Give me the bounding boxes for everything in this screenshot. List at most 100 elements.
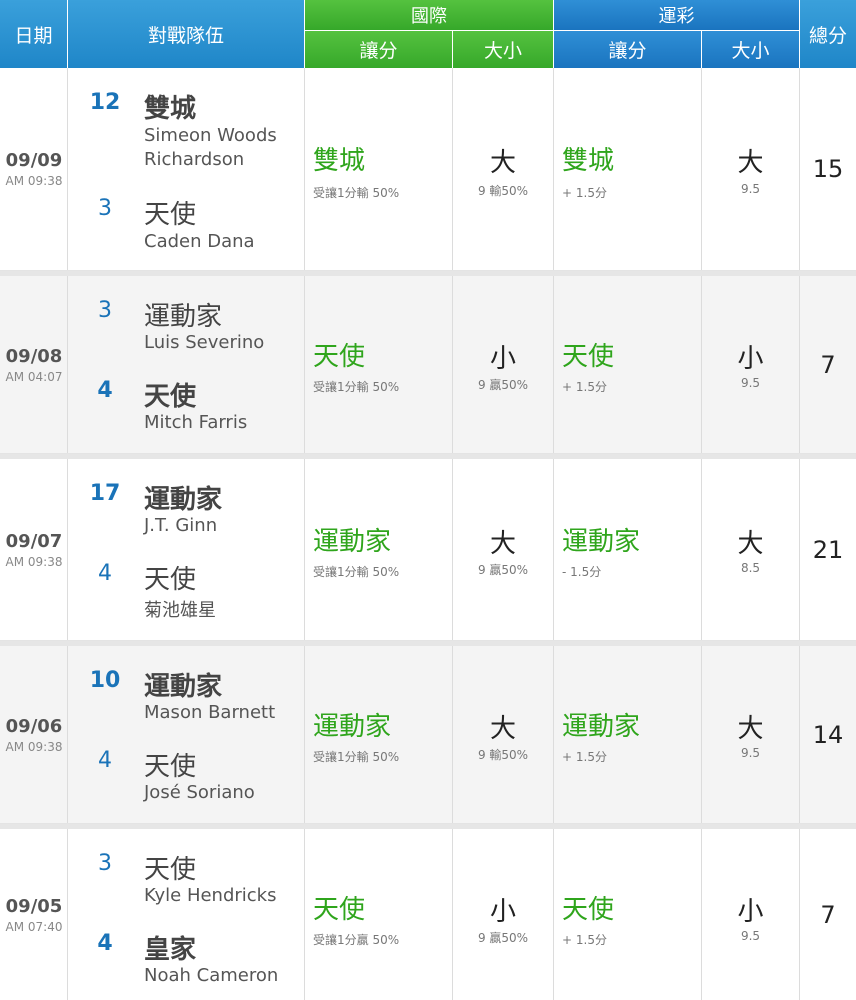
- intl-ou-pick: 大: [489, 529, 516, 559]
- intl-handicap-pick: 運動家: [313, 527, 392, 557]
- sport-ou-pick: 大: [737, 529, 764, 559]
- intl-ou-pick: 大: [489, 148, 516, 178]
- intl-handicap-note: 受讓1分贏 50%: [313, 933, 400, 947]
- away-score: 3: [98, 851, 112, 876]
- away-pitcher: Kyle Hendricks: [144, 885, 277, 906]
- home-score: 4: [98, 561, 112, 586]
- sport-handicap-pick: 天使: [562, 895, 615, 925]
- intl-handicap-cell: 運動家 受讓1分輸 50%: [305, 459, 453, 640]
- header-intl-over-under[interactable]: 大小: [453, 31, 553, 68]
- away-score: 10: [89, 668, 121, 693]
- header-intl-group: 國際: [305, 0, 553, 30]
- header-sport-lottery-group: 運彩: [554, 0, 799, 30]
- sport-ou-cell: 小 9.5: [702, 276, 800, 453]
- game-time: AM 09:38: [5, 174, 63, 188]
- game-time: AM 04:07: [5, 369, 63, 384]
- sport-handicap-pick: 雙城: [562, 146, 615, 176]
- home-pitcher: Noah Cameron: [144, 965, 279, 986]
- game-date: 09/07: [5, 530, 63, 552]
- sport-handicap-pick: 運動家: [562, 527, 641, 557]
- home-score: 4: [98, 748, 112, 773]
- table-row[interactable]: 09/07 AM 09:38 17 運動家 J.T. Ginn 4 天使 菊池雄…: [0, 459, 856, 641]
- away-team-name: 運動家: [144, 485, 223, 515]
- game-date: 09/08: [5, 345, 63, 367]
- sport-handicap-note: - 1.5分: [562, 565, 602, 579]
- intl-handicap-pick: 雙城: [313, 146, 366, 176]
- game-time: AM 07:40: [5, 919, 63, 934]
- sport-handicap-note: + 1.5分: [562, 933, 607, 947]
- header-date[interactable]: 日期: [0, 0, 67, 68]
- away-score: 3: [98, 298, 112, 323]
- header-teams[interactable]: 對戰隊伍: [68, 0, 304, 68]
- sport-handicap-cell: 雙城 + 1.5分: [554, 68, 702, 270]
- teams-cell: 3 運動家 Luis Severino 4 天使 Mitch Farris: [68, 276, 305, 453]
- total-cell: 7: [800, 276, 856, 453]
- intl-handicap-cell: 天使 受讓1分輸 50%: [305, 276, 453, 453]
- sport-handicap-cell: 運動家 + 1.5分: [554, 646, 702, 823]
- intl-ou-cell: 大 9 輸50%: [453, 68, 554, 270]
- game-time: AM 09:38: [5, 739, 63, 754]
- away-pitcher: Mason Barnett: [144, 702, 276, 723]
- home-team-name: 天使: [144, 565, 197, 595]
- away-score: 12: [89, 90, 121, 115]
- sport-handicap-pick: 運動家: [562, 712, 641, 742]
- intl-handicap-note: 受讓1分輸 50%: [313, 565, 400, 579]
- total-score: 7: [820, 350, 836, 379]
- table-row[interactable]: 09/08 AM 04:07 3 運動家 Luis Severino 4 天使 …: [0, 276, 856, 454]
- total-score: 15: [812, 155, 844, 183]
- home-pitcher: 菊池雄星: [144, 600, 216, 621]
- intl-ou-pick: 大: [489, 714, 516, 744]
- home-team-name: 皇家: [144, 935, 197, 965]
- away-team-name: 運動家: [144, 302, 223, 332]
- sport-ou-note: 9.5: [740, 929, 761, 943]
- sport-ou-pick: 小: [737, 344, 764, 374]
- intl-ou-pick: 小: [489, 897, 516, 927]
- sport-handicap-pick: 天使: [562, 342, 615, 372]
- header-intl-handicap[interactable]: 讓分: [305, 31, 452, 68]
- sport-ou-note: 9.5: [740, 376, 761, 390]
- header-total[interactable]: 總分: [800, 0, 856, 68]
- intl-ou-cell: 大 9 輸50%: [453, 646, 554, 823]
- intl-ou-note: 9 輸50%: [477, 184, 529, 198]
- sport-ou-note: 8.5: [740, 561, 761, 575]
- home-score: 4: [97, 931, 113, 956]
- home-score: 4: [97, 378, 113, 403]
- intl-handicap-cell: 天使 受讓1分贏 50%: [305, 829, 453, 1000]
- game-date: 09/09: [5, 150, 63, 171]
- game-date: 09/05: [5, 895, 63, 917]
- teams-cell: 17 運動家 J.T. Ginn 4 天使 菊池雄星: [68, 459, 305, 640]
- table-row[interactable]: 09/09 AM 09:38 12 雙城 Simeon Woods Richar…: [0, 68, 856, 271]
- total-cell: 21: [800, 459, 856, 640]
- intl-handicap-note: 受讓1分輸 50%: [313, 750, 400, 764]
- intl-ou-cell: 小 9 贏50%: [453, 276, 554, 453]
- table-row[interactable]: 09/05 AM 07:40 3 天使 Kyle Hendricks 4 皇家 …: [0, 829, 856, 1000]
- intl-ou-note: 9 贏50%: [477, 931, 529, 945]
- table-row[interactable]: 09/06 AM 09:38 10 運動家 Mason Barnett 4 天使…: [0, 646, 856, 824]
- teams-cell: 12 雙城 Simeon Woods Richardson 3 天使 Caden…: [68, 68, 305, 270]
- sport-ou-cell: 大 8.5: [702, 459, 800, 640]
- game-time: AM 09:38: [5, 554, 63, 569]
- date-cell: 09/08 AM 04:07: [0, 276, 68, 453]
- total-cell: 14: [800, 646, 856, 823]
- sport-ou-cell: 大 9.5: [702, 646, 800, 823]
- sport-handicap-cell: 運動家 - 1.5分: [554, 459, 702, 640]
- header-sport-over-under[interactable]: 大小: [702, 31, 799, 68]
- date-cell: 09/07 AM 09:38: [0, 459, 68, 640]
- intl-ou-cell: 大 9 贏50%: [453, 459, 554, 640]
- intl-ou-note: 9 贏50%: [477, 563, 529, 577]
- home-team-name: 天使: [144, 752, 197, 782]
- header-sport-handicap[interactable]: 讓分: [554, 31, 701, 68]
- intl-handicap-cell: 運動家 受讓1分輸 50%: [305, 646, 453, 823]
- away-pitcher: J.T. Ginn: [144, 515, 218, 536]
- sport-ou-pick: 大: [737, 714, 764, 744]
- date-cell: 09/06 AM 09:38: [0, 646, 68, 823]
- away-team-name: 天使: [144, 855, 197, 885]
- sport-ou-cell: 大 9.5: [702, 68, 800, 270]
- sport-handicap-note: + 1.5分: [562, 186, 607, 200]
- teams-cell: 10 運動家 Mason Barnett 4 天使 José Soriano: [68, 646, 305, 823]
- intl-handicap-cell: 雙城 受讓1分輸 50%: [305, 68, 453, 270]
- sport-ou-note: 9.5: [740, 746, 761, 760]
- intl-handicap-note: 受讓1分輸 50%: [313, 186, 400, 200]
- sport-ou-cell: 小 9.5: [702, 829, 800, 1000]
- game-date: 09/06: [5, 715, 63, 737]
